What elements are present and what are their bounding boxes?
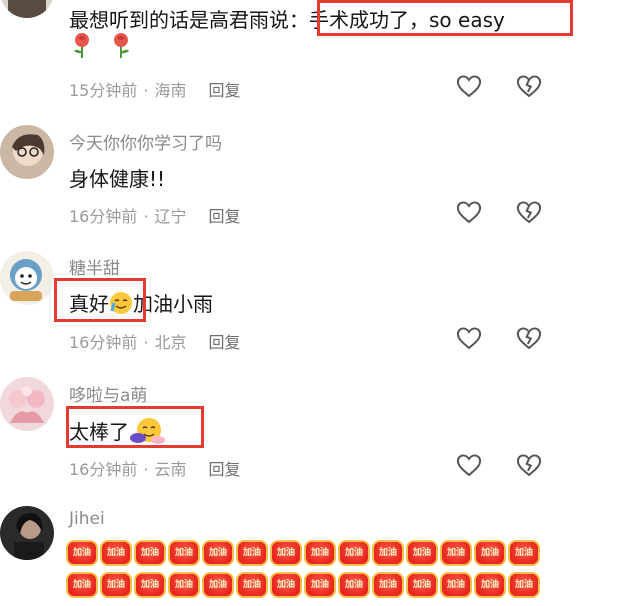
comment-time: 16分钟前 [69, 460, 138, 479]
sticker-row: 加油 加油 加油 加油 加油 加油 加油 加油 加油 加油 加油 加油 加油 加油 [66, 572, 540, 598]
jiayou-sticker: 加油 [100, 540, 132, 566]
jiayou-sticker: 加油 [134, 572, 166, 598]
jiayou-sticker: 加油 [372, 572, 404, 598]
avatar[interactable] [0, 506, 54, 560]
separator-dot: · [143, 207, 149, 226]
reply-button[interactable]: 回复 [208, 207, 240, 226]
comment-meta: 16分钟前 · 北京 回复 [69, 329, 241, 353]
broken-heart-icon[interactable] [515, 324, 545, 354]
jiayou-sticker: 加油 [338, 572, 370, 598]
heart-outline-icon[interactable] [455, 451, 485, 481]
jiayou-sticker: 加油 [474, 572, 506, 598]
comment-time: 16分钟前 [69, 207, 138, 226]
highlight-box [54, 278, 146, 322]
comment-location: 云南 [154, 460, 187, 479]
sticker-row: 加油 加油 加油 加油 加油 加油 加油 加油 加油 加油 加油 加油 加油 加油 [66, 540, 540, 566]
jiayou-sticker: 加油 [100, 572, 132, 598]
broken-heart-icon[interactable] [515, 198, 545, 228]
jiayou-sticker: 加油 [202, 572, 234, 598]
comment-text: 身体健康!! [69, 167, 166, 191]
broken-heart-icon[interactable] [515, 72, 545, 102]
comment-meta: 16分钟前 · 云南 回复 [69, 456, 241, 480]
avatar[interactable] [0, 251, 54, 305]
jiayou-sticker: 加油 [168, 540, 200, 566]
comment-time: 15分钟前 [69, 81, 138, 100]
comment-location: 海南 [154, 81, 187, 100]
separator-dot: · [143, 460, 149, 479]
jiayou-sticker: 加油 [270, 540, 302, 566]
reply-button[interactable]: 回复 [208, 81, 240, 100]
comment-time: 16分钟前 [69, 333, 138, 352]
username[interactable]: 哆啦与a萌 [69, 381, 147, 406]
jiayou-sticker: 加油 [406, 540, 438, 566]
jiayou-sticker: 加油 [134, 540, 166, 566]
comment-meta: 15分钟前 · 海南 回复 [69, 77, 241, 101]
reply-button[interactable]: 回复 [208, 460, 240, 479]
rose-emoji [70, 32, 94, 58]
username[interactable]: 今天你你你学习了吗 [69, 129, 222, 154]
heart-outline-icon[interactable] [455, 324, 485, 354]
highlight-box [317, 0, 573, 36]
avatar[interactable] [0, 125, 54, 179]
jiayou-sticker: 加油 [372, 540, 404, 566]
jiayou-sticker: 加油 [304, 572, 336, 598]
separator-dot: · [143, 333, 149, 352]
jiayou-sticker: 加油 [508, 540, 540, 566]
broken-heart-icon[interactable] [515, 451, 545, 481]
jiayou-sticker: 加油 [406, 572, 438, 598]
comment-item: 今天你你你学习了吗 身体健康!! 16分钟前 · 辽宁 回复 [0, 120, 640, 230]
comment-item: Jihei 加油 加油 加油 加油 加油 加油 加油 加油 加油 加油 加油 加油 加油 加油 加油 加油 加油… [0, 500, 640, 606]
comment-location: 北京 [154, 333, 187, 352]
jiayou-sticker: 加油 [202, 540, 234, 566]
jiayou-sticker: 加油 [338, 540, 370, 566]
jiayou-sticker: 加油 [236, 572, 268, 598]
jiayou-sticker: 加油 [304, 540, 336, 566]
jiayou-sticker: 加油 [66, 540, 98, 566]
jiayou-sticker: 加油 [440, 572, 472, 598]
rose-emoji [109, 32, 133, 58]
jiayou-sticker: 加油 [440, 540, 472, 566]
jiayou-sticker: 加油 [270, 572, 302, 598]
jiayou-sticker: 加油 [66, 572, 98, 598]
username[interactable]: 糖半甜 [69, 254, 120, 279]
comment-meta: 16分钟前 · 辽宁 回复 [69, 203, 241, 227]
jiayou-sticker: 加油 [508, 572, 540, 598]
jiayou-sticker: 加油 [168, 572, 200, 598]
highlight-box [66, 406, 204, 448]
separator-dot: · [143, 81, 149, 100]
heart-outline-icon[interactable] [455, 72, 485, 102]
reply-button[interactable]: 回复 [208, 333, 240, 352]
username[interactable]: Jihei [69, 509, 105, 529]
avatar[interactable] [0, 0, 54, 18]
avatar[interactable] [0, 377, 54, 431]
jiayou-sticker: 加油 [474, 540, 506, 566]
heart-outline-icon[interactable] [455, 198, 485, 228]
comment-location: 辽宁 [154, 207, 187, 226]
jiayou-sticker: 加油 [236, 540, 268, 566]
emoji-group [70, 32, 143, 62]
